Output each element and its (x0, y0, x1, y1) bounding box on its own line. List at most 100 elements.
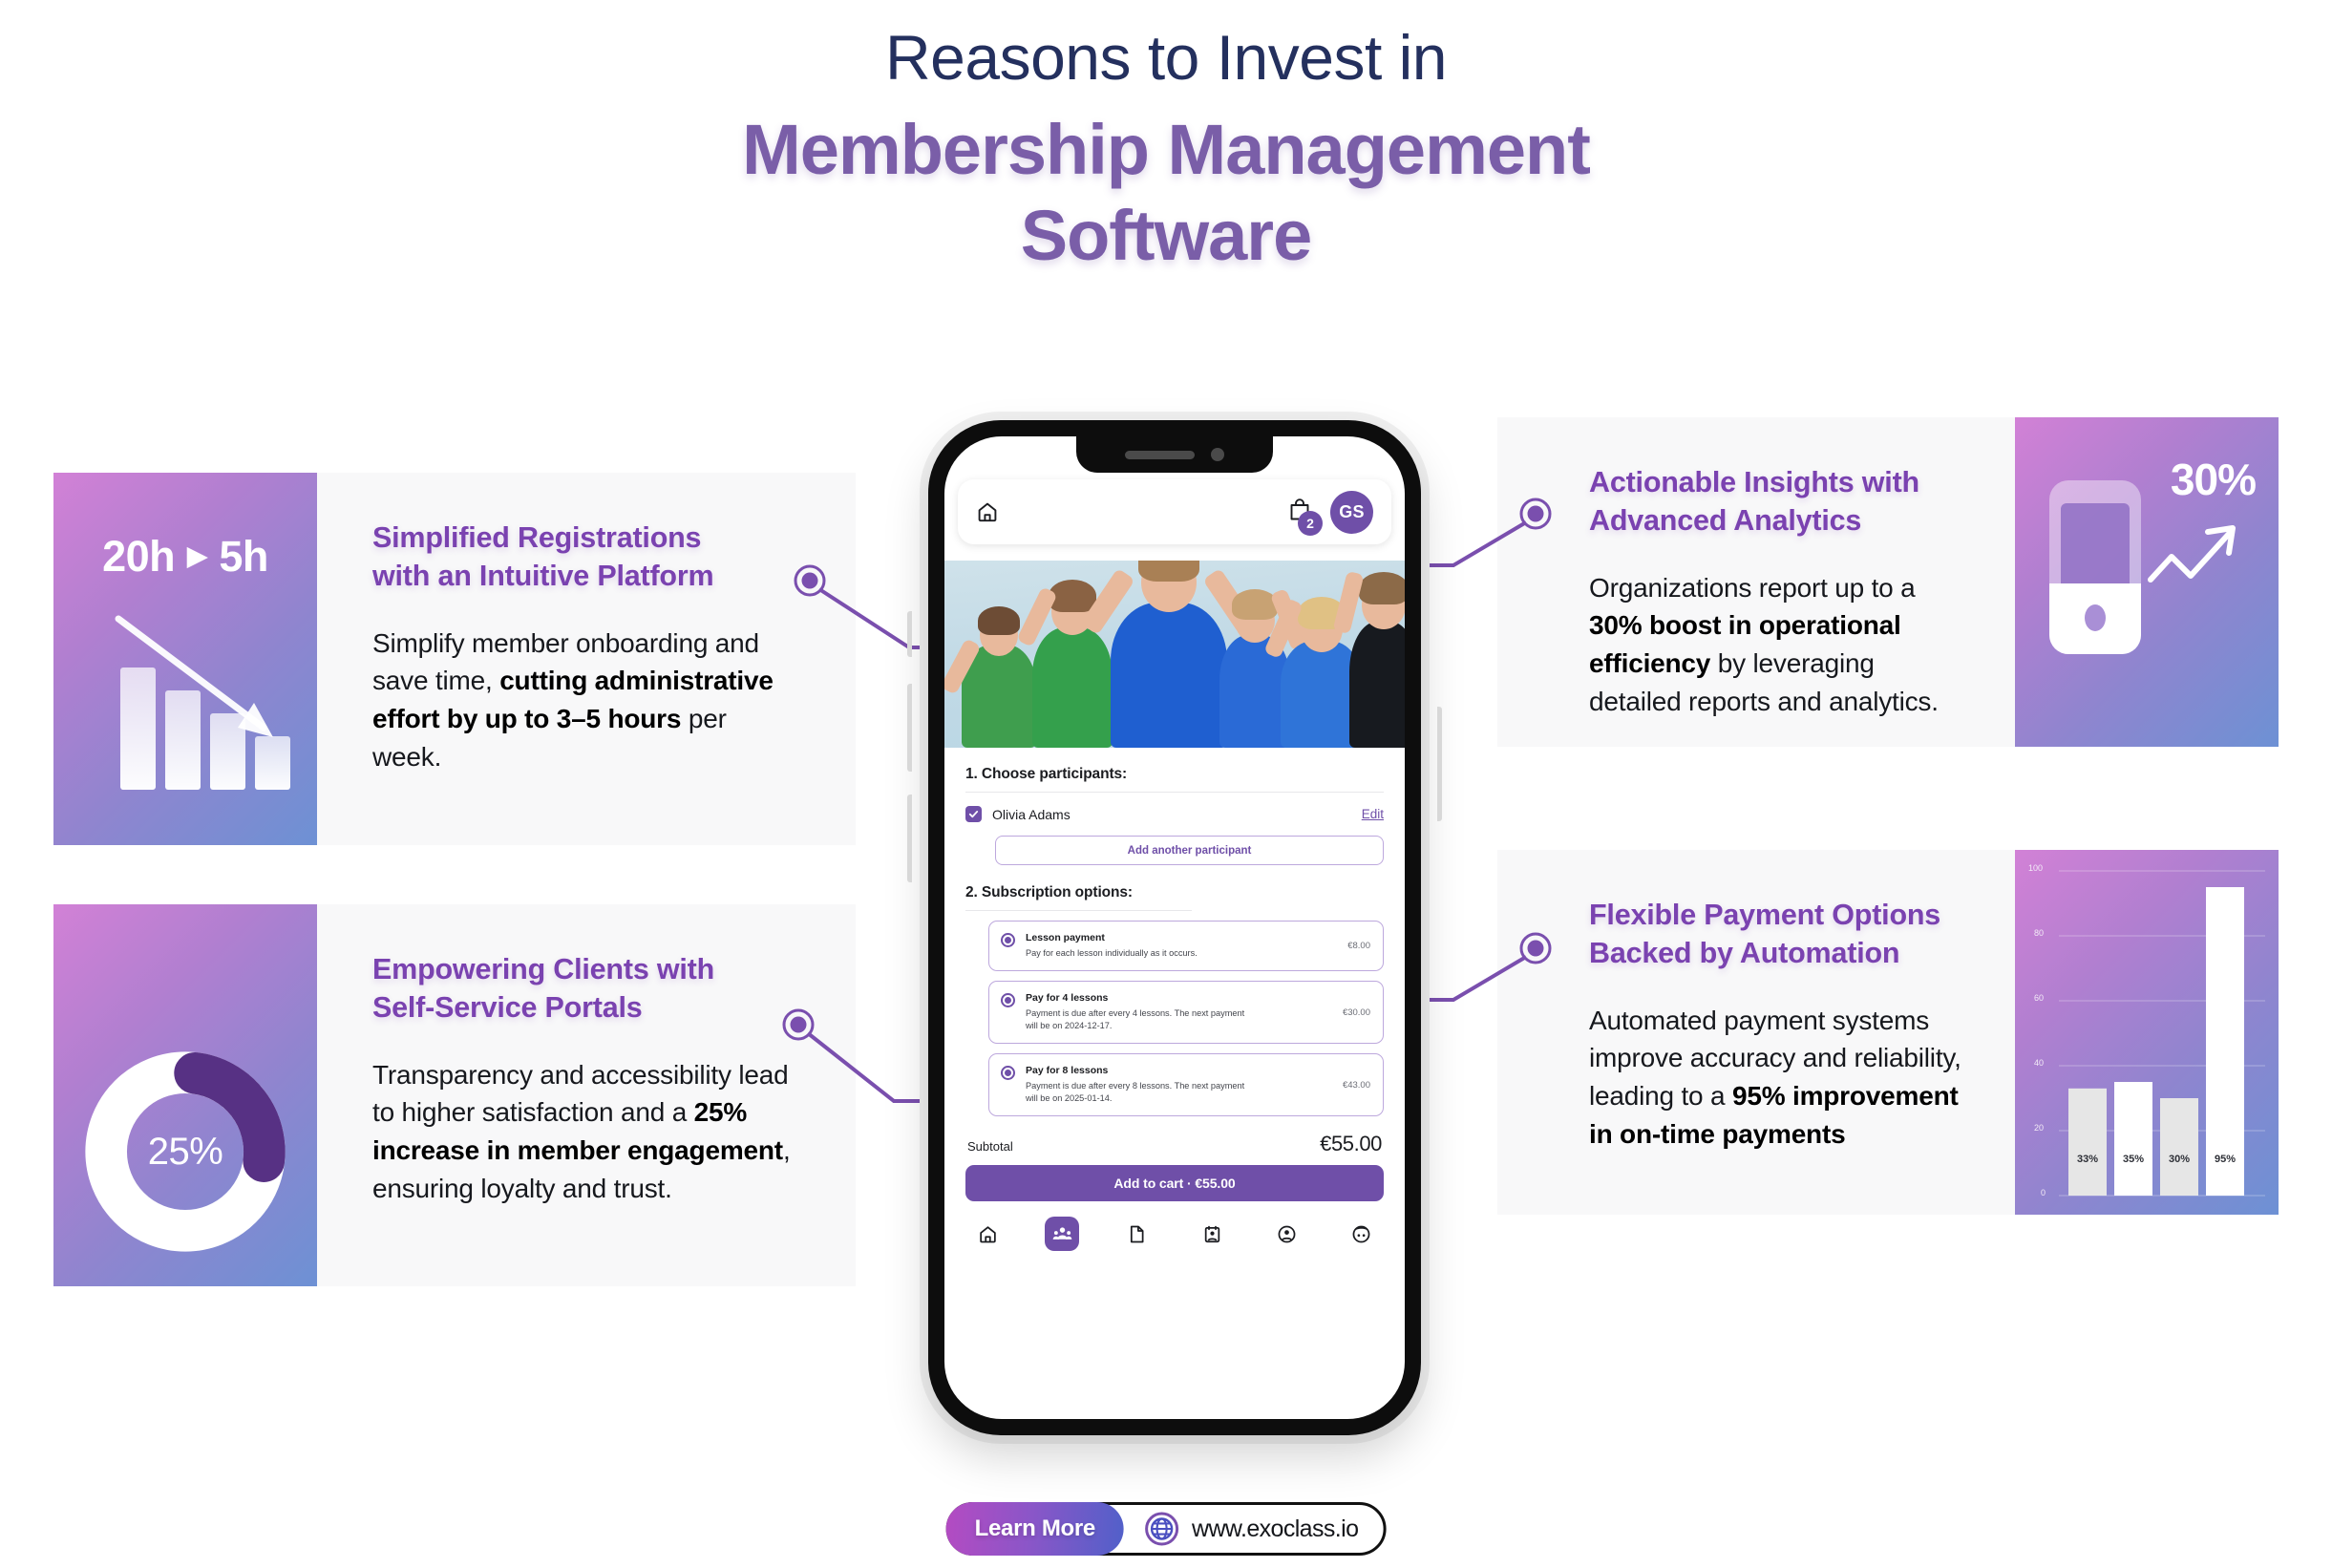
ytick-40: 40 (2034, 1058, 2045, 1068)
arrow-right-icon: ▶ (187, 540, 207, 570)
user-circle-icon (1278, 1225, 1296, 1243)
card-heading-line2: Backed by Automation (1589, 937, 1900, 970)
option-title: Lesson payment (1026, 932, 1105, 943)
tab-home[interactable] (970, 1217, 1005, 1251)
document-icon (1131, 1225, 1144, 1243)
card-heading-line1: Actionable Insights with (1589, 466, 1919, 498)
ytick-0: 0 (2041, 1188, 2046, 1197)
ytick-20: 20 (2034, 1123, 2045, 1133)
edit-participant-link[interactable]: Edit (1362, 807, 1384, 821)
participant-row[interactable]: Olivia Adams Edit (965, 806, 1384, 822)
option-description: Payment is due after every 4 lessons. Th… (1026, 1008, 1245, 1031)
card-heading: Actionable Insights with Advanced Analyt… (1589, 463, 1973, 540)
phone-screen: 2 GS 1. Choose participants: Olivia Adam… (944, 436, 1405, 1419)
option-title: Pay for 4 lessons (1026, 992, 1109, 1005)
earpiece-speaker (1125, 450, 1195, 459)
donut-percent-label: 25% (147, 1130, 223, 1173)
card-actionable-insights: 30% Actionable Insights with Advanced An… (1497, 417, 2279, 747)
home-icon[interactable] (976, 500, 999, 523)
subscription-option-pay-4-lessons[interactable]: Pay for 4 lessons Payment is due after e… (988, 981, 1384, 1045)
globe-icon (1145, 1512, 1179, 1546)
card-simplified-registrations: 20h ▶ 5h Simplified Registrations with a… (53, 473, 856, 845)
card-description: Transparency and accessibility lead to h… (372, 1056, 800, 1208)
option-description: Payment is due after every 8 lessons. Th… (1026, 1081, 1245, 1104)
card-body: Flexible Payment Options Backed by Autom… (1497, 850, 2015, 1215)
hours-from: 20h (102, 532, 176, 581)
card-heading-line1: Empowering Clients with (372, 953, 715, 985)
participant-checkbox[interactable] (965, 806, 982, 822)
step-1-title: 1. Choose participants: (965, 766, 1128, 782)
card-flexible-payment-options: 100 80 60 40 20 0 33% 35% 30% 95% Flexib… (1497, 850, 2279, 1215)
child-face-icon (1353, 1225, 1370, 1243)
option-text: Pay for 8 lessons Payment is due after e… (1015, 1065, 1337, 1105)
tab-profile[interactable] (1270, 1217, 1304, 1251)
app-topbar: 2 GS (958, 479, 1391, 544)
title-line-2b: Software (1020, 196, 1313, 276)
app-content: 1. Choose participants: Olivia Adams Edi… (944, 748, 1405, 1419)
phone-power-button (1437, 707, 1442, 821)
card-heading-line2: Self-Service Portals (372, 991, 643, 1025)
option-text: Lesson payment Pay for each lesson indiv… (1015, 932, 1342, 960)
hours-reduction-label: 20h ▶ 5h (53, 532, 317, 582)
radio-lesson-payment[interactable] (1001, 933, 1015, 947)
tab-participants[interactable] (1045, 1217, 1080, 1252)
ytick-100: 100 (2028, 863, 2044, 873)
card-heading: Flexible Payment Options Backed by Autom… (1589, 896, 1973, 973)
radio-pay-8-lessons[interactable] (1001, 1066, 1015, 1081)
add-another-participant-button[interactable]: Add another participant (995, 836, 1384, 865)
mobile-phone-icon (2049, 480, 2141, 654)
divider-2 (965, 910, 1192, 911)
check-icon (968, 811, 979, 818)
card-visual-donut: 25% (53, 904, 317, 1286)
kid-black (1332, 570, 1405, 748)
card-heading-line1: Simplified Registrations (372, 521, 702, 554)
trend-up-arrow-icon (2148, 525, 2236, 583)
front-camera (1211, 448, 1224, 461)
bottom-tab-bar (965, 1217, 1384, 1252)
subscription-option-lesson-payment[interactable]: Lesson payment Pay for each lesson indiv… (988, 921, 1384, 972)
tab-id-card[interactable] (1195, 1217, 1229, 1251)
home-icon (979, 1226, 996, 1243)
participant-name: Olivia Adams (992, 806, 1071, 822)
tab-documents[interactable] (1120, 1217, 1155, 1251)
bar-label-3: 95% (2214, 1154, 2237, 1165)
option-price: €30.00 (1342, 1006, 1370, 1018)
website-url[interactable]: www.exoclass.io (1192, 1515, 1359, 1543)
id-card-icon (1204, 1225, 1219, 1242)
tab-child-profile[interactable] (1345, 1217, 1379, 1251)
user-avatar[interactable]: GS (1330, 490, 1373, 534)
hero-photo-kids-dancing (944, 561, 1405, 748)
subscription-option-pay-8-lessons[interactable]: Pay for 8 lessons Payment is due after e… (988, 1053, 1384, 1117)
card-heading-line2: with an Intuitive Platform (372, 560, 714, 593)
kid-green-2 (1016, 580, 1113, 748)
ytick-80: 80 (2034, 928, 2045, 938)
card-empowering-clients: 25% Empowering Clients with Self-Service… (53, 904, 856, 1286)
option-price: €43.00 (1342, 1079, 1370, 1091)
phone-notch (1076, 436, 1273, 473)
kid-green-1 (944, 606, 1036, 748)
learn-more-button[interactable]: Learn More (945, 1502, 1124, 1556)
card-description: Simplify member onboarding and save time… (372, 625, 800, 776)
title-line-2: Membership Management Software (0, 107, 2332, 280)
title-line-1: Reasons to Invest in (885, 22, 1448, 93)
option-description: Pay for each lesson individually as it o… (1026, 948, 1198, 958)
desc-part-plain: Organizations report up to a (1589, 572, 1916, 603)
phone-volume-up-button (907, 684, 912, 772)
card-visual-phone-trend: 30% (2015, 417, 2279, 747)
radio-pay-4-lessons[interactable] (1001, 993, 1015, 1008)
phone-mute-switch (907, 611, 912, 657)
add-to-cart-button[interactable]: Add to cart · €55.00 (965, 1165, 1384, 1202)
page-title: Reasons to Invest in Membership Manageme… (0, 21, 2332, 279)
subtotal-row: Subtotal €55.00 (965, 1132, 1384, 1156)
card-body: Simplified Registrations with an Intuiti… (317, 473, 856, 845)
bar-label-2: 30% (2168, 1154, 2191, 1165)
phone-volume-down-button (907, 795, 912, 882)
option-text: Pay for 4 lessons Payment is due after e… (1015, 992, 1337, 1032)
divider (965, 792, 1384, 793)
ytick-60: 60 (2034, 993, 2045, 1003)
subtotal-value: €55.00 (1320, 1132, 1382, 1156)
cart-button[interactable]: 2 (1287, 498, 1323, 536)
option-price: €8.00 (1347, 941, 1370, 952)
subtotal-label: Subtotal (967, 1139, 1013, 1155)
card-description: Organizations report up to a 30% boost i… (1589, 569, 1973, 721)
